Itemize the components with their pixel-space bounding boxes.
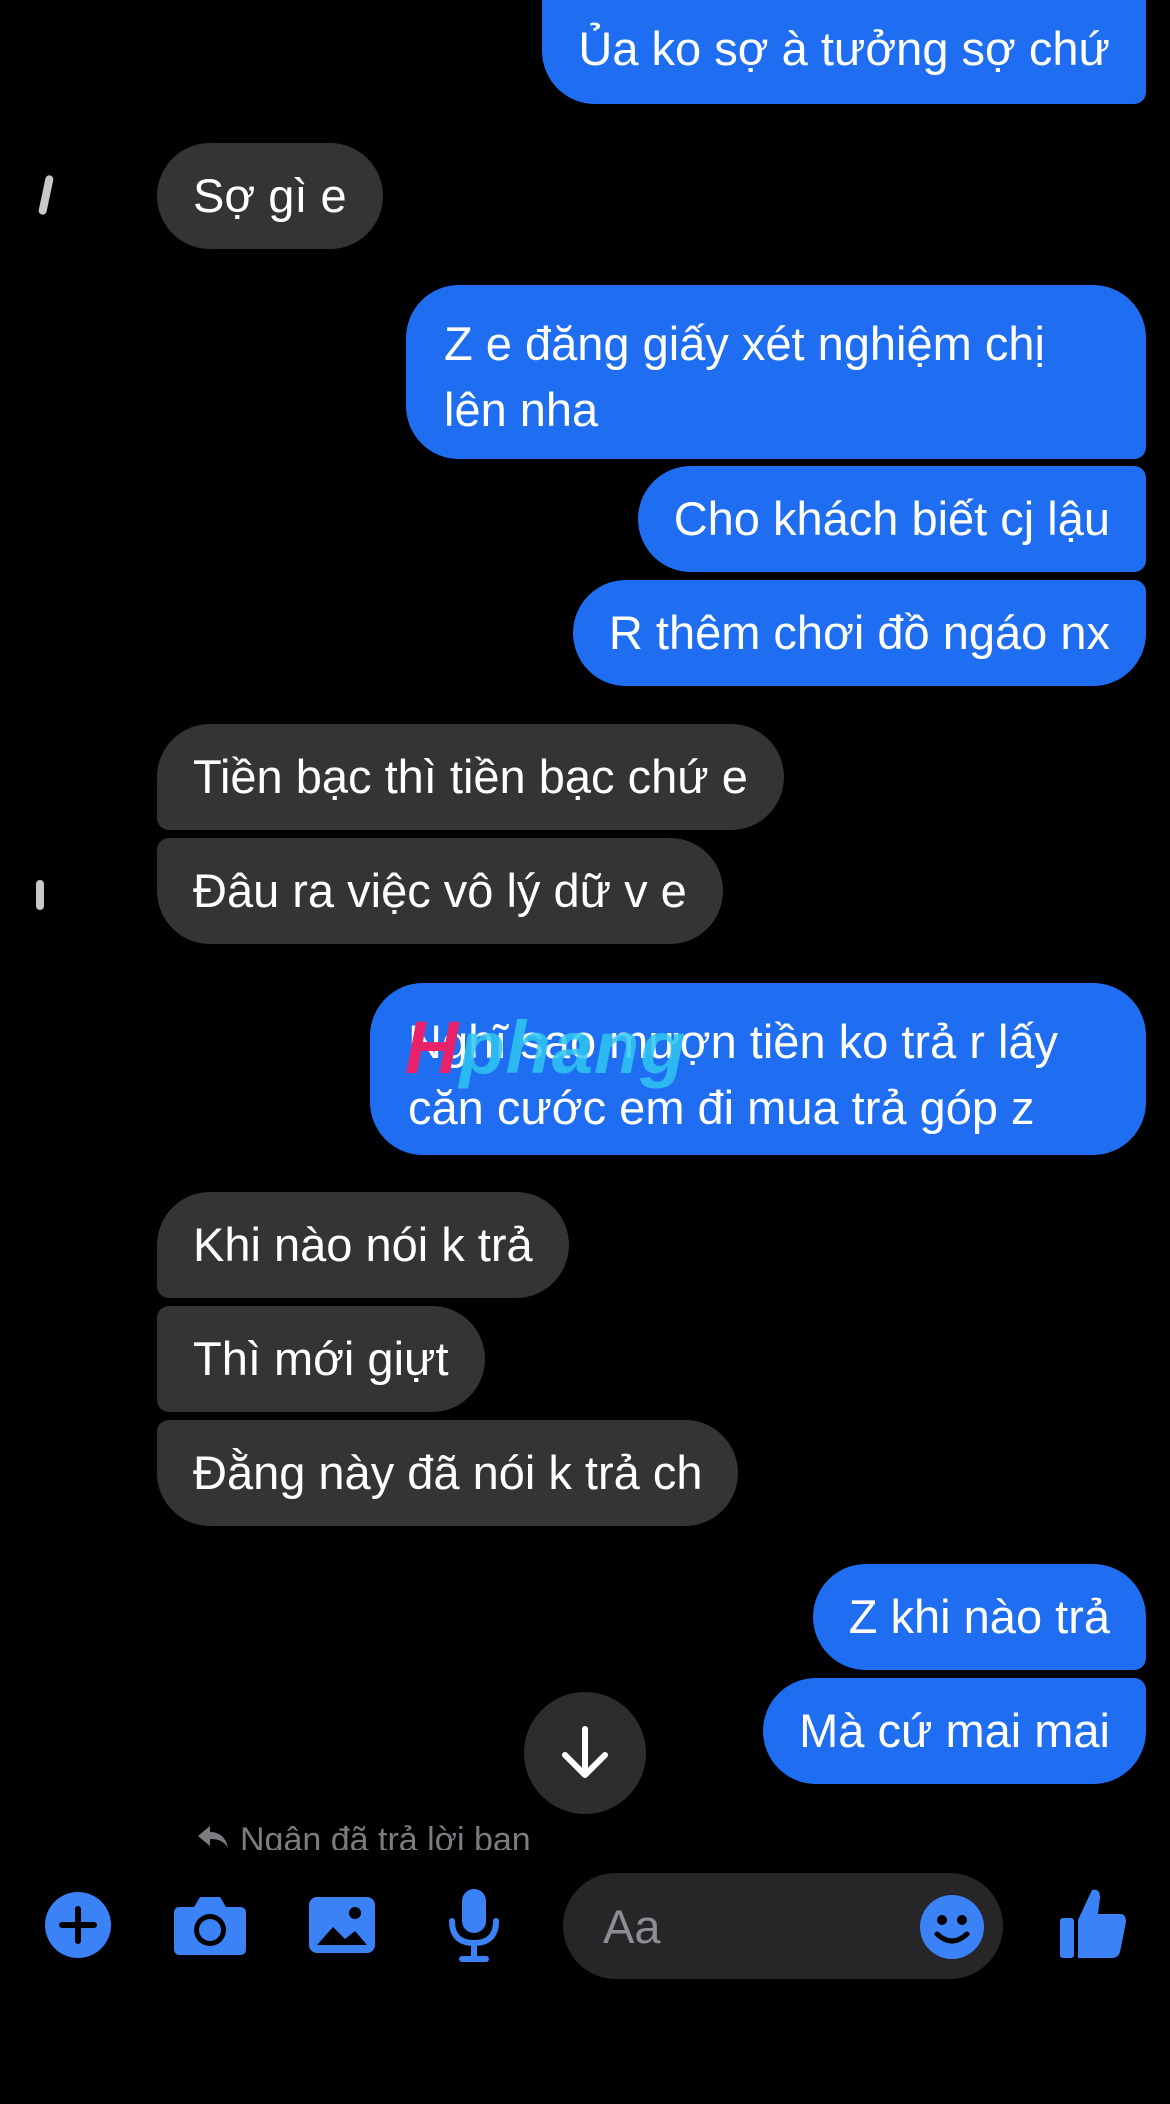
message-outgoing[interactable]: Mà cứ mai mai [763,1678,1146,1784]
message-outgoing[interactable]: Ủa ko sợ à tưởng sợ chứ [542,0,1146,104]
plus-icon [45,1892,111,1958]
message-outgoing[interactable]: Z khi nào trả [812,1564,1146,1670]
scroll-down-button[interactable] [524,1692,646,1814]
message-outgoing[interactable]: Nghĩ sao mượn tiền ko trả r lấy căn cước… [370,983,1146,1155]
microphone-icon [449,1889,499,1962]
message-incoming[interactable]: Đâu ra việc vô lý dữ v e [157,838,723,944]
arrow-down-icon [562,1726,608,1778]
message-incoming[interactable]: Tiền bạc thì tiền bạc chứ e [157,724,784,830]
message-incoming[interactable]: Khi nào nói k trả [157,1192,569,1298]
gallery-button[interactable] [307,1895,377,1955]
emoji-icon [920,1895,984,1959]
thumbs-up-icon [1060,1889,1126,1958]
message-input[interactable]: Aa [563,1873,1003,1979]
emoji-button[interactable] [919,1894,985,1965]
reply-note: Ngân đã trả lời bạn [196,1820,531,1850]
message-incoming[interactable]: Thì mới giựt [157,1306,485,1412]
message-outgoing[interactable]: Cho khách biết cj lậu [637,466,1146,572]
plus-button[interactable] [44,1891,112,1959]
like-button[interactable] [1058,1886,1128,1960]
message-input-placeholder: Aa [603,1899,661,1953]
camera-button[interactable] [172,1893,248,1957]
message-incoming[interactable]: Sợ gì e [157,143,383,249]
message-outgoing[interactable]: R thêm chơi đồ ngáo nx [572,580,1146,686]
message-incoming[interactable]: Đằng này đã nói k trả ch [157,1420,739,1526]
image-icon [309,1897,375,1953]
voice-button[interactable] [444,1887,504,1963]
reply-icon [198,1826,228,1848]
avatar [37,174,55,216]
camera-icon [174,1897,246,1955]
message-outgoing[interactable]: Z e đăng giấy xét nghiệm chị lên nha [406,285,1146,459]
avatar [36,880,44,910]
